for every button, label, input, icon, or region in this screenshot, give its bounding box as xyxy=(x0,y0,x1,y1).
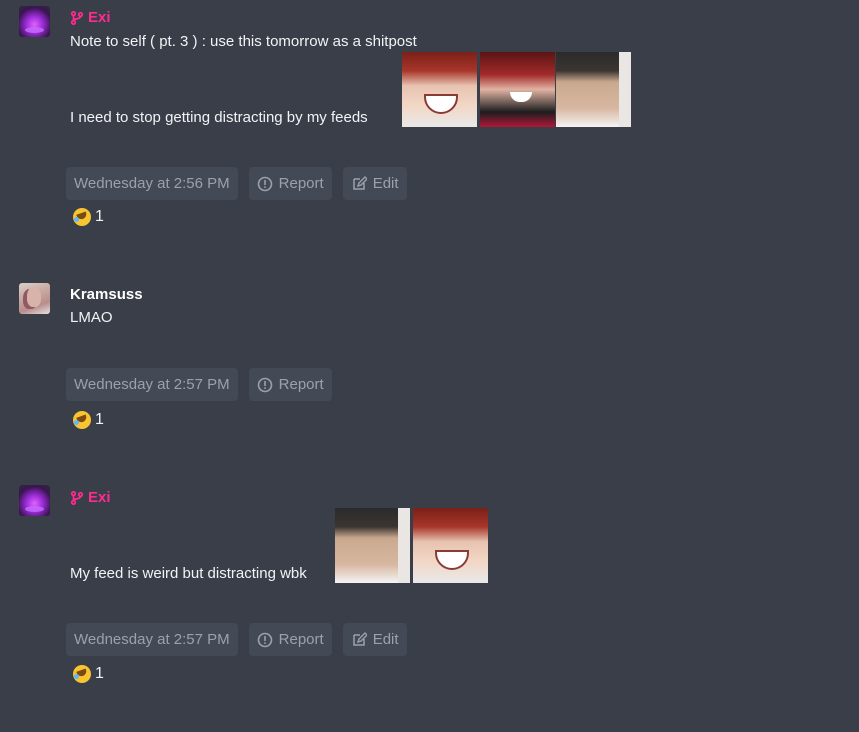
image-attachment[interactable] xyxy=(413,508,488,583)
image-attachment[interactable] xyxy=(335,508,410,583)
author-name[interactable]: Exi xyxy=(70,489,111,506)
avatar[interactable] xyxy=(19,485,50,516)
message-text: My feed is weird but distracting wbk xyxy=(70,565,307,582)
alert-icon xyxy=(257,632,272,647)
image-attachment[interactable] xyxy=(402,52,477,127)
report-button[interactable]: Report xyxy=(248,623,332,656)
avatar[interactable] xyxy=(19,6,50,37)
branch-icon xyxy=(70,10,84,25)
message-text: Note to self ( pt. 3 ) : use this tomorr… xyxy=(70,33,417,50)
image-attachment[interactable] xyxy=(480,52,555,127)
rofl-emoji-icon xyxy=(73,208,91,226)
message-actions: Wednesday at 2:57 PM Report xyxy=(66,368,332,401)
avatar[interactable] xyxy=(19,283,50,314)
message-actions: Wednesday at 2:57 PM Report Edit xyxy=(66,623,407,656)
edit-icon xyxy=(352,175,367,190)
rofl-emoji-icon xyxy=(73,665,91,683)
message-actions: Wednesday at 2:56 PM Report Edit xyxy=(66,167,407,200)
timestamp-link[interactable]: Wednesday at 2:57 PM xyxy=(66,368,238,401)
edit-button[interactable]: Edit xyxy=(342,167,407,200)
report-button[interactable]: Report xyxy=(248,167,332,200)
timestamp-link[interactable]: Wednesday at 2:56 PM xyxy=(66,167,238,200)
rofl-emoji-icon xyxy=(73,411,91,429)
reaction-button[interactable]: 1 xyxy=(73,411,104,429)
message-text: LMAO xyxy=(70,309,113,326)
message-text: I need to stop getting distracting by my… xyxy=(70,109,368,126)
reaction-button[interactable]: 1 xyxy=(73,208,104,226)
author-name[interactable]: Kramsuss xyxy=(70,286,143,303)
timestamp-link[interactable]: Wednesday at 2:57 PM xyxy=(66,623,238,656)
edit-icon xyxy=(352,631,367,646)
branch-icon xyxy=(70,490,84,505)
edit-button[interactable]: Edit xyxy=(342,623,407,656)
alert-icon xyxy=(257,176,272,191)
reaction-button[interactable]: 1 xyxy=(73,665,104,683)
image-attachment[interactable] xyxy=(556,52,631,127)
author-name[interactable]: Exi xyxy=(70,9,111,26)
alert-icon xyxy=(257,377,272,392)
report-button[interactable]: Report xyxy=(248,368,332,401)
